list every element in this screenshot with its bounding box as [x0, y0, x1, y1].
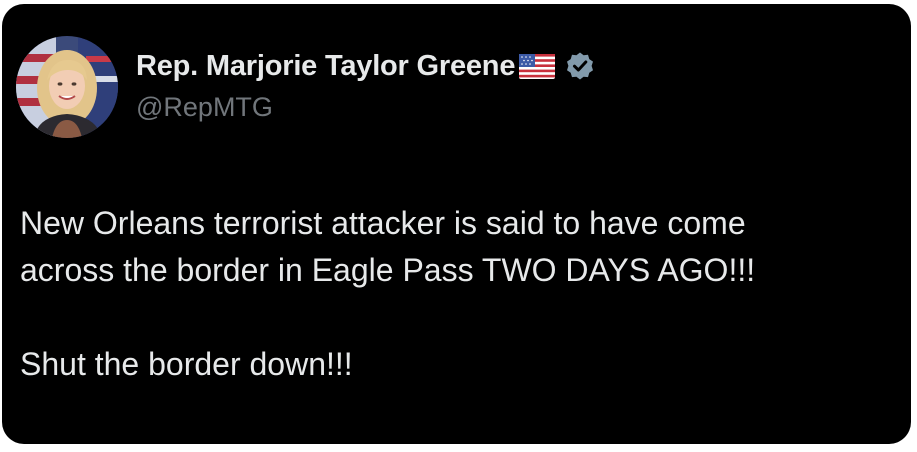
author-handle[interactable]: @RepMTG — [136, 92, 273, 123]
verified-badge-icon[interactable] — [565, 51, 595, 81]
author-name-row: Rep. Marjorie Taylor Greene — [136, 48, 595, 84]
author-display-name[interactable]: Rep. Marjorie Taylor Greene — [136, 50, 515, 83]
tweet-line: New Orleans terrorist attacker is said t… — [20, 205, 746, 241]
avatar[interactable] — [16, 36, 118, 138]
tweet-closing-line: Shut the border down!!! — [20, 346, 353, 382]
tweet-text: New Orleans terrorist attacker is said t… — [20, 200, 900, 388]
tweet-card[interactable]: Rep. Marjorie Taylor Greene @RepMTG New … — [2, 4, 911, 444]
tweet-line: across the border in Eagle Pass TWO DAYS… — [20, 252, 756, 288]
us-flag-icon — [519, 53, 556, 79]
